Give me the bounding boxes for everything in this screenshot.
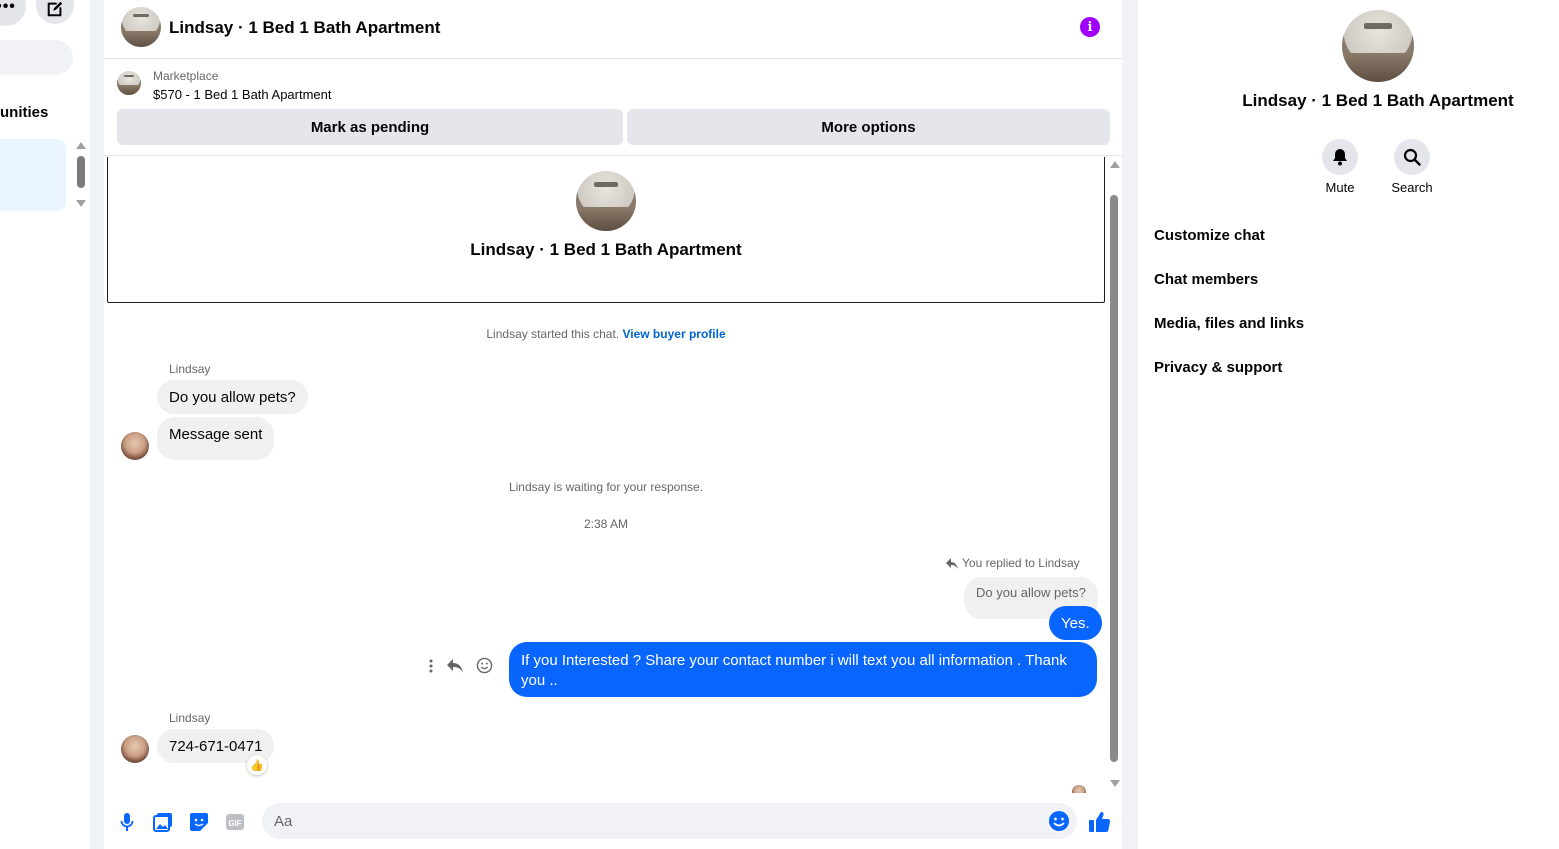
started-text: Lindsay started this chat. <box>486 327 620 341</box>
reply-icon[interactable] <box>446 658 464 674</box>
listing-thumbnail[interactable] <box>117 71 141 95</box>
mark-as-pending-button[interactable]: Mark as pending <box>117 109 623 145</box>
thumbs-up-icon <box>1089 812 1111 833</box>
outgoing-message[interactable]: Yes. <box>1049 606 1102 640</box>
gif-text: GIF <box>228 819 241 828</box>
media-files-links-item[interactable]: Media, files and links <box>1154 315 1304 332</box>
chat-members-item[interactable]: Chat members <box>1154 271 1258 288</box>
mute-circle[interactable] <box>1322 139 1358 175</box>
details-avatar[interactable] <box>1342 10 1414 82</box>
message-input[interactable] <box>262 803 1077 839</box>
more-vertical-icon[interactable] <box>428 658 434 674</box>
search-circle[interactable] <box>1394 139 1430 175</box>
more-options-listing-button[interactable]: More options <box>627 109 1110 145</box>
search-icon <box>1403 148 1421 166</box>
gif-icon: GIF <box>226 814 244 830</box>
info-icon[interactable]: i <box>1080 17 1100 37</box>
sender-name: Lindsay <box>169 711 211 725</box>
sticker-button[interactable] <box>188 811 210 833</box>
view-buyer-profile-link[interactable]: View buyer profile <box>622 327 725 341</box>
emoji-button[interactable] <box>1048 810 1070 832</box>
message-actions <box>428 657 493 674</box>
compose-icon <box>47 1 63 17</box>
details-title: Lindsay · 1 Bed 1 Bath Apartment <box>1242 91 1514 110</box>
message-timestamp: 2:38 AM <box>583 517 629 531</box>
sidebar-scrollbar-thumb[interactable] <box>77 156 85 188</box>
voice-clip-button[interactable] <box>116 811 138 833</box>
sender-name: Lindsay <box>169 362 211 376</box>
more-options-button[interactable]: ••• <box>0 0 26 26</box>
chat-title[interactable]: Lindsay · 1 Bed 1 Bath Apartment <box>169 18 440 38</box>
reply-icon <box>946 557 958 569</box>
chat-header: Lindsay · 1 Bed 1 Bath Apartment i <box>104 0 1122 59</box>
send-like-button[interactable] <box>1088 810 1112 834</box>
chat-avatar[interactable] <box>121 7 161 47</box>
more-dots-icon: ••• <box>0 0 16 15</box>
react-emoji-icon[interactable] <box>476 657 493 674</box>
intro-title: Lindsay · 1 Bed 1 Bath Apartment <box>470 240 742 259</box>
gif-button[interactable]: GIF <box>224 811 246 833</box>
marketplace-label: Marketplace <box>153 69 219 83</box>
messenger-window: ••• unities Lindsay · 1 Bed 1 Bath Apart… <box>0 0 1559 849</box>
left-gutter <box>90 0 104 849</box>
search-in-chat-button[interactable]: Search <box>1382 139 1442 195</box>
reply-notice: You replied to Lindsay <box>946 556 1080 570</box>
listing-title[interactable]: $570 - 1 Bed 1 Bath Apartment <box>153 87 332 102</box>
mute-button[interactable]: Mute <box>1310 139 1370 195</box>
reply-note-text: You replied to Lindsay <box>962 556 1080 570</box>
scroll-down-arrow[interactable] <box>76 200 86 207</box>
intro-avatar <box>576 171 636 231</box>
search-chats-input[interactable] <box>0 40 73 75</box>
scroll-up-arrow[interactable] <box>76 142 86 149</box>
bell-icon <box>1333 149 1347 166</box>
incoming-message[interactable]: Message sent <box>157 417 275 460</box>
chats-sidebar: ••• unities <box>0 0 90 849</box>
new-message-button[interactable] <box>36 0 74 24</box>
communities-tab[interactable]: unities <box>0 104 48 121</box>
waiting-notice: Lindsay is waiting for your response. <box>508 480 704 494</box>
emoji-icon <box>1049 811 1069 831</box>
marketplace-banner: Marketplace $570 - 1 Bed 1 Bath Apartmen… <box>104 60 1122 156</box>
sticker-icon <box>190 813 208 831</box>
microphone-icon <box>120 813 134 831</box>
search-label: Search <box>1391 180 1433 195</box>
chat-scrollbar[interactable] <box>1106 157 1122 793</box>
chat-scrollbar-thumb[interactable] <box>1110 195 1118 762</box>
attach-photo-button[interactable] <box>152 811 174 833</box>
message-list: Lindsay · 1 Bed 1 Bath Apartment Lindsay… <box>104 157 1122 793</box>
outgoing-message[interactable]: If you Interested ? Share your contact n… <box>509 642 1097 697</box>
chat-details-panel: Lindsay · 1 Bed 1 Bath Apartment Mute Se… <box>1138 0 1559 849</box>
thumbs-up-reaction[interactable]: 👍 <box>247 755 267 775</box>
chat-started-notice: Lindsay started this chat. View buyer pr… <box>104 327 1108 341</box>
scroll-up-arrow[interactable] <box>1110 161 1120 168</box>
sender-avatar[interactable] <box>121 432 149 460</box>
chat-panel: Lindsay · 1 Bed 1 Bath Apartment i Marke… <box>104 0 1122 849</box>
message-composer: GIF <box>104 795 1122 849</box>
sender-avatar[interactable] <box>121 735 149 763</box>
scroll-down-arrow[interactable] <box>1110 780 1120 787</box>
mute-label: Mute <box>1325 180 1355 195</box>
chat-intro-card: Lindsay · 1 Bed 1 Bath Apartment <box>107 157 1105 303</box>
customize-chat-item[interactable]: Customize chat <box>1154 227 1265 244</box>
active-chat-item[interactable] <box>0 139 66 211</box>
incoming-message[interactable]: Do you allow pets? <box>157 380 308 414</box>
privacy-support-item[interactable]: Privacy & support <box>1154 359 1282 376</box>
read-receipt-avatar <box>1072 785 1086 793</box>
photo-icon <box>153 813 172 832</box>
right-gutter <box>1122 0 1138 849</box>
